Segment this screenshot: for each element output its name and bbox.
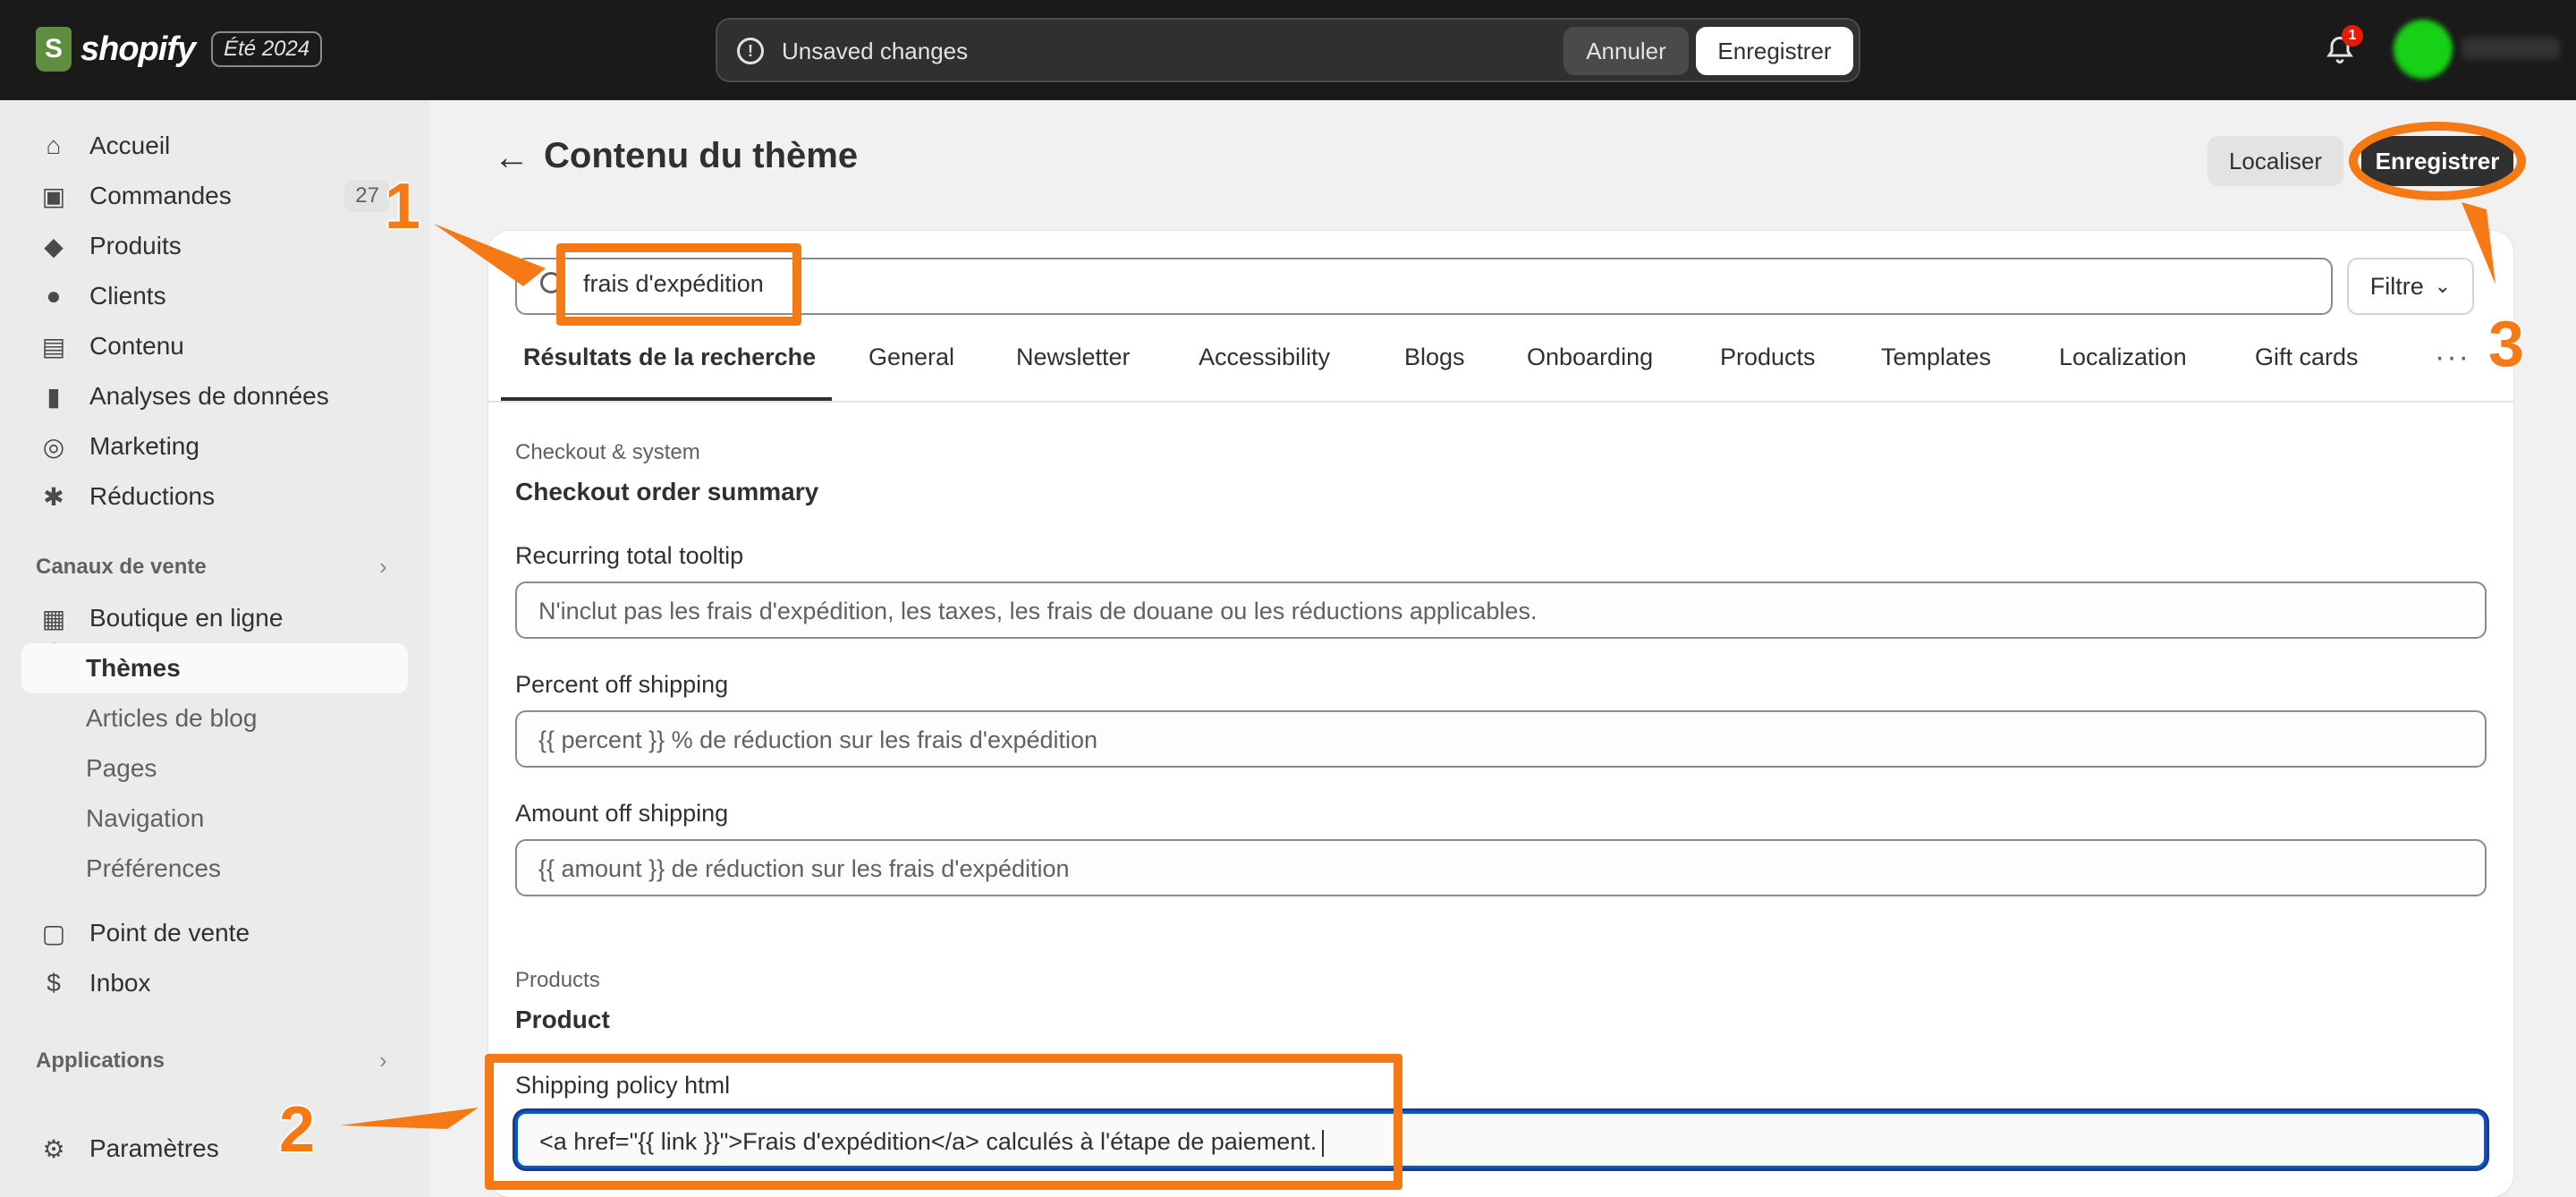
annotation-number-1: 1 bbox=[385, 171, 421, 242]
annotation-number-3: 3 bbox=[2488, 309, 2525, 380]
arrow-3 bbox=[2462, 202, 2496, 284]
annotation-number-2: 2 bbox=[279, 1094, 316, 1166]
arrow-2 bbox=[340, 1108, 479, 1129]
arrow-1 bbox=[434, 224, 546, 286]
